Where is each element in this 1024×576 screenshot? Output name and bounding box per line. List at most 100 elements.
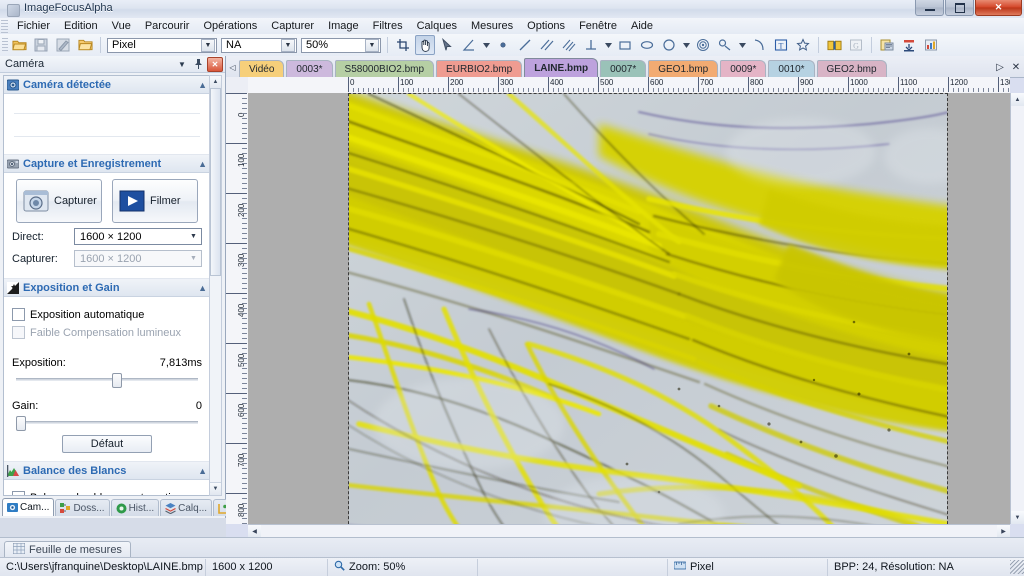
doc-tab-geo1[interactable]: GEO1.bmp	[648, 60, 718, 77]
direct-resolution-select[interactable]: 1600 × 1200 ▼	[74, 228, 202, 245]
menu-options[interactable]: Options	[520, 19, 572, 33]
capturer-button[interactable]: Capturer	[16, 179, 102, 223]
multi-lines-icon[interactable]	[559, 35, 579, 55]
sidebar-tab-dossiers[interactable]: Doss...	[55, 499, 109, 516]
chevron-left-icon[interactable]: ◁	[226, 58, 239, 77]
chevron-up-icon[interactable]: ▲	[198, 159, 207, 169]
sidebar-scrollbar[interactable]: ▲ ▼	[209, 75, 222, 496]
pin-icon[interactable]	[191, 58, 205, 71]
pan-hand-icon[interactable]	[415, 35, 435, 55]
chevron-down-icon[interactable]: ▼	[365, 39, 379, 52]
toolbar-grip[interactable]	[2, 38, 8, 52]
doc-tab-video[interactable]: Vidéo	[239, 60, 284, 77]
chevron-up-icon[interactable]: ▲	[198, 80, 207, 90]
angle-icon[interactable]	[459, 35, 479, 55]
open-folder-icon[interactable]	[9, 35, 29, 55]
zoom-combo[interactable]: 50% ▼	[301, 38, 381, 53]
close-button[interactable]: ✕	[975, 0, 1022, 16]
low-light-compensation-checkbox[interactable]: Faible Compensation lumineux	[12, 326, 202, 339]
align-icon[interactable]	[899, 35, 919, 55]
open-recent-icon[interactable]	[75, 35, 95, 55]
menu-vue[interactable]: Vue	[105, 19, 138, 33]
chevron-down-icon[interactable]	[681, 35, 691, 55]
chevron-up-icon[interactable]: ▲	[198, 283, 207, 293]
scroll-down-icon[interactable]: ▼	[210, 482, 221, 495]
scrollbar-thumb[interactable]	[210, 88, 221, 276]
chevron-down-icon[interactable]: ▼	[175, 58, 189, 71]
chevron-down-icon[interactable]: ▼	[201, 39, 215, 52]
canvas-vertical-scrollbar[interactable]: ▲ ▼	[1010, 93, 1024, 524]
menu-fichier[interactable]: Fichier	[10, 19, 57, 33]
chevron-right-icon[interactable]: ▷	[992, 58, 1008, 77]
doc-tab-0007[interactable]: 0007*	[600, 60, 646, 77]
line-icon[interactable]	[515, 35, 535, 55]
chevron-down-icon[interactable]: ▼	[186, 233, 201, 240]
perpendicular-icon[interactable]	[581, 35, 601, 55]
menu-parcourir[interactable]: Parcourir	[138, 19, 197, 33]
chevron-down-icon[interactable]	[481, 35, 491, 55]
sheet-tab-feuille-de-mesures[interactable]: Feuille de mesures	[4, 541, 131, 558]
scroll-up-icon[interactable]: ▲	[1011, 93, 1024, 106]
sidebar-tab-calques[interactable]: Calq...	[160, 499, 212, 516]
group-white-balance[interactable]: Balance des Blancs ▲	[4, 462, 210, 480]
concentric-circles-icon[interactable]	[693, 35, 713, 55]
menu-aide[interactable]: Aide	[624, 19, 660, 33]
rectangle-icon[interactable]	[615, 35, 635, 55]
sidebar-tab-camera[interactable]: Cam...	[2, 498, 54, 516]
chevron-down-icon[interactable]: ▼	[186, 255, 201, 262]
ellipse-icon[interactable]	[637, 35, 657, 55]
capture-resolution-select[interactable]: 1600 × 1200 ▼	[74, 250, 202, 267]
doc-tab-0003[interactable]: 0003*	[286, 60, 332, 77]
menu-fenetre[interactable]: Fenêtre	[572, 19, 624, 33]
filmer-button[interactable]: Filmer	[112, 179, 198, 223]
menu-grip[interactable]	[1, 20, 8, 33]
chevron-down-icon[interactable]	[603, 35, 613, 55]
point-icon[interactable]	[493, 35, 513, 55]
text-icon[interactable]: T	[771, 35, 791, 55]
measure-book-icon[interactable]	[824, 35, 844, 55]
menu-edition[interactable]: Edition	[57, 19, 105, 33]
minimize-button[interactable]	[915, 0, 944, 16]
close-icon[interactable]: ✕	[207, 57, 223, 72]
doc-tab-0010[interactable]: 0010*	[768, 60, 814, 77]
circle-icon[interactable]	[659, 35, 679, 55]
image-canvas[interactable]	[248, 93, 1010, 524]
chain-link-icon[interactable]	[715, 35, 735, 55]
grid-g-icon[interactable]: G	[846, 35, 866, 55]
canvas-horizontal-scrollbar[interactable]: ◀ ▶	[248, 524, 1010, 538]
maximize-button[interactable]	[945, 0, 974, 16]
exposure-slider[interactable]	[16, 372, 198, 386]
doc-tab-0009[interactable]: 0009*	[720, 60, 766, 77]
gain-slider[interactable]	[16, 415, 198, 429]
resize-grip[interactable]	[1010, 560, 1024, 574]
image-document-laine[interactable]	[348, 93, 948, 524]
slider-knob[interactable]	[112, 373, 122, 388]
menu-capturer[interactable]: Capturer	[264, 19, 321, 33]
calibration-combo[interactable]: NA ▼	[221, 38, 297, 53]
menu-mesures[interactable]: Mesures	[464, 19, 520, 33]
parallel-lines-icon[interactable]	[537, 35, 557, 55]
menu-image[interactable]: Image	[321, 19, 366, 33]
group-camera-detected[interactable]: Caméra détectée ▲	[4, 76, 210, 94]
doc-tab-laine[interactable]: LAINE.bmp	[524, 58, 598, 77]
scroll-down-icon[interactable]: ▼	[1011, 511, 1024, 524]
menu-filtres[interactable]: Filtres	[366, 19, 410, 33]
doc-tab-geo2[interactable]: GEO2.bmp	[817, 60, 887, 77]
group-capture-recording[interactable]: Capture et Enregistrement ▲	[4, 155, 210, 173]
slider-knob[interactable]	[16, 416, 26, 431]
report-icon[interactable]	[877, 35, 897, 55]
arrow-select-icon[interactable]	[437, 35, 457, 55]
close-icon[interactable]: ✕	[1008, 58, 1024, 77]
auto-exposure-checkbox[interactable]: Exposition automatique	[12, 308, 202, 321]
menu-calques[interactable]: Calques	[410, 19, 464, 33]
chevron-down-icon[interactable]	[737, 35, 747, 55]
auto-white-balance-checkbox[interactable]: Balance des blancs automatique	[12, 491, 202, 496]
save-as-icon[interactable]	[53, 35, 73, 55]
star-icon[interactable]	[793, 35, 813, 55]
save-icon[interactable]	[31, 35, 51, 55]
chevron-down-icon[interactable]: ▼	[281, 39, 295, 52]
default-button[interactable]: Défaut	[62, 435, 152, 453]
chevron-up-icon[interactable]: ▲	[198, 466, 207, 476]
crop-icon[interactable]	[393, 35, 413, 55]
sidebar-tab-historique[interactable]: Hist...	[111, 499, 160, 516]
